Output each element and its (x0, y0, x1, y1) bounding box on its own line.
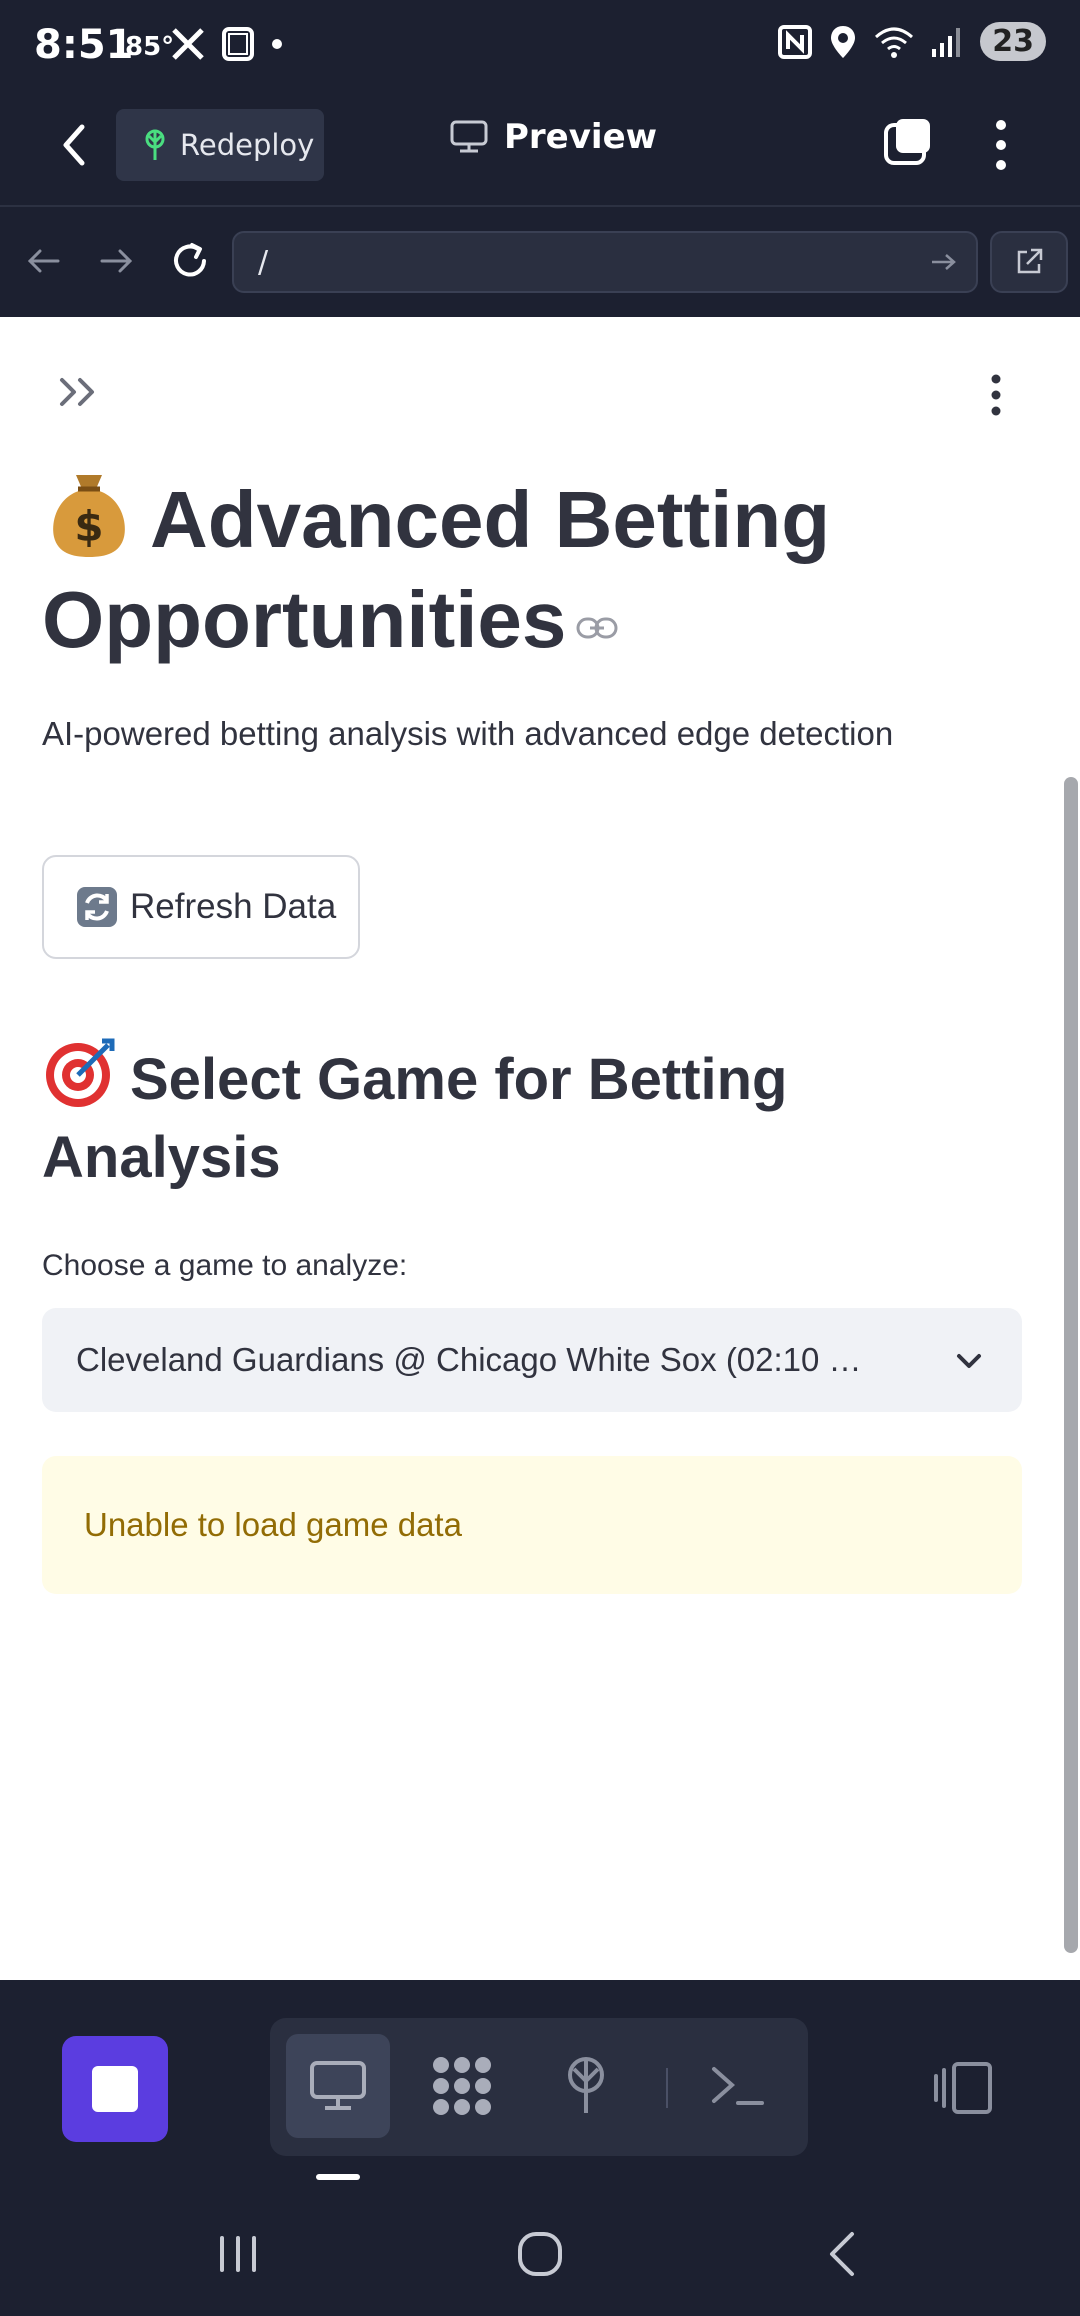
deploy-tool[interactable] (534, 2034, 638, 2138)
scrollbar[interactable] (1064, 777, 1078, 1953)
refresh-label: Refresh Data (130, 887, 337, 926)
x-icon (172, 28, 204, 60)
devices-icon[interactable] (932, 2060, 996, 2116)
preview-tool[interactable] (286, 2034, 390, 2138)
active-tab-indicator (316, 2174, 360, 2180)
section-title-line-1: Select Game for Betting (130, 1047, 788, 1112)
chevron-down-icon[interactable] (954, 1346, 984, 1376)
section-title: Select Game for Betting Analysis (42, 1035, 1022, 1197)
svg-text:$: $ (74, 502, 103, 551)
open-external-button[interactable] (990, 231, 1068, 293)
redeploy-label: Redeploy (180, 128, 315, 162)
monitor-icon (310, 2061, 366, 2110)
recent-apps-icon[interactable] (208, 2224, 268, 2284)
back-icon[interactable] (48, 117, 104, 173)
battery-level: 23 (980, 22, 1046, 61)
stop-button[interactable] (62, 2036, 168, 2142)
game-select-value: Cleveland Guardians @ Chicago White Sox … (76, 1341, 862, 1378)
preview-title: Preview (450, 117, 657, 157)
app-menu-icon[interactable] (984, 373, 1008, 417)
money-bag-icon: $ (53, 475, 125, 557)
page-subtitle: AI-powered betting analysis with advance… (42, 715, 894, 752)
terminal-icon (712, 2067, 764, 2105)
tool-group (270, 2018, 808, 2156)
title-line-1: Advanced Betting (150, 475, 831, 564)
toolbar-divider (666, 2068, 668, 2108)
warning-alert: Unable to load game data (42, 1456, 1022, 1594)
workflow-tool[interactable] (410, 2034, 514, 2138)
game-select[interactable]: Cleveland Guardians @ Chicago White Sox … (42, 1308, 1022, 1412)
location-icon (831, 25, 856, 58)
refresh-data-button[interactable]: Refresh Data (42, 855, 360, 959)
monitor-icon (450, 120, 488, 153)
app-content: $ Advanced Betting Opportunities AI-powere… (0, 317, 1080, 1980)
status-temperature: 85° (125, 32, 175, 62)
preview-label: Preview (504, 117, 658, 157)
status-time: 8:51 (34, 22, 134, 68)
dot-icon (272, 39, 282, 49)
system-back-icon[interactable] (814, 2224, 874, 2284)
bottom-toolbar (0, 1980, 1080, 2190)
refresh-icon (77, 887, 117, 927)
url-value: / (258, 244, 269, 280)
url-input[interactable]: / (232, 231, 978, 293)
section-title-line-2: Analysis (42, 1125, 281, 1190)
more-options-icon[interactable] (984, 113, 1018, 177)
title-line-2: Opportunities (42, 575, 567, 664)
shell-tool[interactable] (686, 2034, 790, 2138)
browser-nav-bar: / (0, 207, 1080, 317)
external-link-icon (1017, 248, 1043, 274)
nav-forward-icon[interactable] (94, 239, 138, 283)
stop-icon (92, 2066, 138, 2112)
redeploy-button[interactable]: Redeploy (116, 109, 324, 181)
tabs-icon[interactable] (880, 115, 936, 171)
game-select-label: Choose a game to analyze: (42, 1249, 408, 1282)
target-icon (46, 1038, 115, 1107)
warning-text: Unable to load game data (84, 1506, 462, 1543)
home-icon[interactable] (510, 2224, 570, 2284)
screen-icon (222, 27, 254, 61)
system-navigation-bar (0, 2190, 1080, 2316)
nav-back-icon[interactable] (22, 239, 66, 283)
status-bar: 8:51 85° 23 (0, 0, 1080, 95)
anchor-link-icon[interactable] (576, 615, 618, 641)
nfc-icon (778, 24, 813, 59)
reload-icon[interactable] (168, 239, 212, 283)
go-arrow-icon[interactable] (928, 247, 958, 277)
page-title: $ Advanced Betting Opportunities (42, 467, 1022, 670)
deploy-icon (568, 2057, 604, 2113)
app-header: Redeploy Preview (0, 95, 1080, 207)
nodes-icon (433, 2057, 491, 2115)
expand-sidebar-icon[interactable] (56, 372, 108, 412)
signal-icon (932, 27, 961, 57)
wifi-icon (875, 27, 914, 58)
deploy-icon (145, 129, 165, 160)
